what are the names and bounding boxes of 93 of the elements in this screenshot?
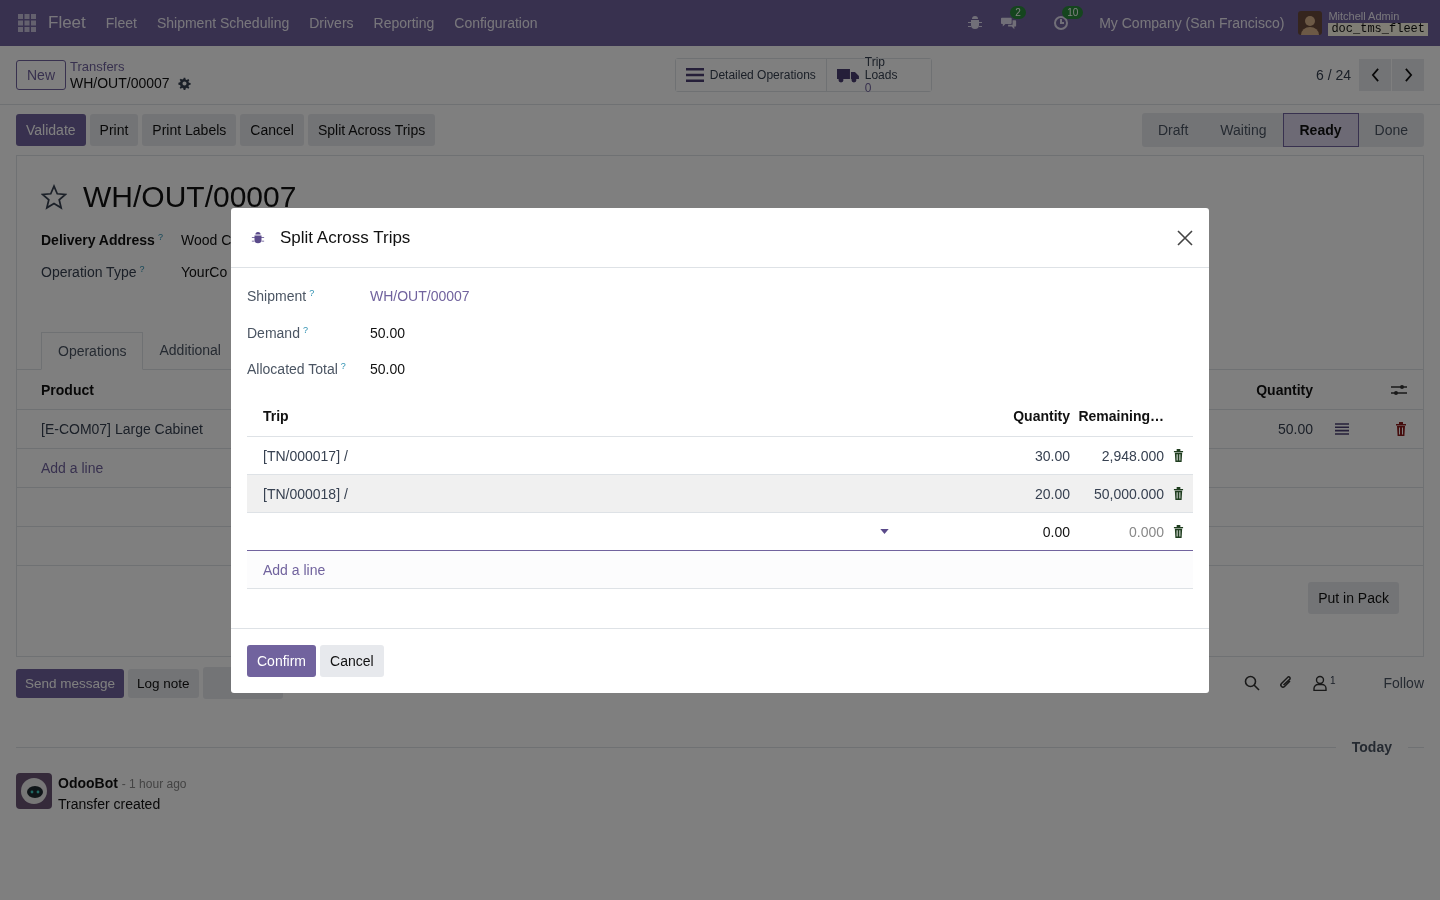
column-header[interactable]: Remaining… xyxy=(1070,408,1164,424)
field-label: Delivery Address xyxy=(41,232,155,248)
user-avatar[interactable] xyxy=(1298,11,1323,35)
menu-item[interactable]: Reporting xyxy=(373,15,435,31)
table-cell-text: 0.000 xyxy=(1127,523,1164,540)
chevron-left-icon xyxy=(1370,68,1380,82)
table-cell-text: 50.00 xyxy=(1276,421,1313,437)
help-mark[interactable]: ? xyxy=(139,264,145,274)
chevron-right-icon xyxy=(1403,68,1413,82)
message-text: Transfer created xyxy=(58,796,161,812)
menu-item[interactable]: Shipment Scheduling xyxy=(156,15,290,31)
follow-link[interactable]: Follow xyxy=(1383,675,1424,691)
search-icon[interactable] xyxy=(1243,675,1260,691)
next-button[interactable] xyxy=(1392,59,1424,91)
followers-count: 1 xyxy=(1329,675,1336,686)
table-cell-text: [E-COM07] Large Cabinet xyxy=(41,421,204,437)
record-name: WH/OUT/00007 xyxy=(70,75,170,91)
action-button[interactable]: Print xyxy=(89,114,139,146)
breadcrumb-link[interactable]: Transfers xyxy=(70,59,191,75)
table-cell[interactable]: 20.00 xyxy=(985,485,1070,502)
help-mark[interactable]: ? xyxy=(340,361,346,371)
bug-icon[interactable] xyxy=(251,230,265,245)
person-icon[interactable] xyxy=(1311,675,1328,691)
quantity-input[interactable]: 0.00 xyxy=(985,523,1070,540)
list-icon[interactable] xyxy=(1335,423,1349,435)
truck-icon xyxy=(836,67,859,83)
table-cell-text: 2,948.000 xyxy=(1100,447,1164,464)
shipment-link[interactable]: WH/OUT/00007 xyxy=(370,288,470,304)
action-button[interactable]: Cancel xyxy=(240,114,304,146)
action-button[interactable]: Split Across Trips xyxy=(307,114,436,146)
bot-avatar xyxy=(16,773,52,809)
new-button[interactable]: New xyxy=(16,60,66,90)
company-switcher[interactable]: My Company (San Francisco) xyxy=(1099,15,1285,31)
menu-lines-icon xyxy=(685,68,704,82)
chatter-button[interactable]: Log note xyxy=(128,668,199,698)
put-in-pack-button[interactable]: Put in Pack xyxy=(1308,582,1399,614)
trash-icon[interactable] xyxy=(1173,487,1184,500)
previous-button[interactable] xyxy=(1359,59,1391,91)
chatter-button[interactable]: Send message xyxy=(16,668,125,698)
star-icon[interactable] xyxy=(41,184,67,210)
menu-item[interactable]: Drivers xyxy=(309,15,354,31)
message-author[interactable]: OdooBot xyxy=(58,775,118,791)
menu-item[interactable]: Configuration xyxy=(454,15,538,31)
message-count-badge: 2 xyxy=(1010,6,1026,19)
field-value: 50.00 xyxy=(370,361,406,377)
help-mark[interactable]: ? xyxy=(309,288,315,298)
activity-count-badge: 10 xyxy=(1062,6,1084,19)
settings-icon[interactable] xyxy=(1391,382,1407,397)
table-cell[interactable]: [TN/000017] / xyxy=(263,447,985,464)
detailed-operations-button[interactable]: Detailed Operations xyxy=(675,59,827,91)
field-value[interactable]: YourCo xyxy=(181,264,228,280)
gear-icon[interactable] xyxy=(177,76,191,90)
action-button[interactable]: Validate xyxy=(16,114,86,146)
field-value: 50.00 xyxy=(370,325,406,341)
database-name: doc_tms_fleet xyxy=(1328,23,1428,36)
status-step[interactable]: Draft xyxy=(1142,113,1205,147)
message-time: - 1 hour ago xyxy=(121,777,187,791)
table-cell-text: 50,000.000 xyxy=(1092,485,1164,502)
menu-item[interactable]: Fleet xyxy=(105,15,137,31)
column-header[interactable]: Quantity xyxy=(1243,381,1313,398)
trash-icon[interactable] xyxy=(1173,525,1184,538)
field-label: Allocated Total xyxy=(247,361,338,377)
status-step[interactable]: Waiting xyxy=(1204,113,1283,147)
table-row[interactable]: [TN/000018] / 20.00 50,000.000 xyxy=(247,475,1193,513)
dialog-title: Split Across Trips xyxy=(280,227,411,248)
column-header[interactable]: Quantity xyxy=(985,408,1070,424)
field-label: Demand xyxy=(247,325,300,341)
dialog-button[interactable]: Confirm xyxy=(247,645,316,677)
help-mark[interactable]: ? xyxy=(302,325,308,335)
column-header[interactable]: Trip xyxy=(263,408,985,424)
clock-icon[interactable] xyxy=(1053,15,1070,31)
field-value[interactable]: Wood C xyxy=(181,232,232,248)
pager-value: 6 / 24 xyxy=(1315,67,1351,83)
dialog-button[interactable]: Cancel xyxy=(320,645,384,677)
app-name[interactable]: Fleet xyxy=(48,13,86,33)
close-icon[interactable] xyxy=(1177,229,1193,246)
chat-icon[interactable] xyxy=(1001,15,1018,31)
help-mark[interactable]: ? xyxy=(157,232,163,242)
record-title: WH/OUT/00007 xyxy=(83,180,297,214)
status-step[interactable]: Ready xyxy=(1282,113,1359,147)
add-line-link[interactable]: Add a line xyxy=(263,561,985,578)
paperclip-icon[interactable] xyxy=(1277,675,1294,691)
action-button[interactable]: Print Labels xyxy=(142,114,237,146)
status-step[interactable]: Done xyxy=(1358,113,1424,147)
table-cell[interactable]: 30.00 xyxy=(985,447,1070,464)
field-label: Shipment xyxy=(247,288,307,304)
table-cell[interactable]: [TN/000018] / xyxy=(263,485,985,502)
field-label: Operation Type xyxy=(41,264,137,280)
caret-icon xyxy=(880,529,889,534)
trash-icon[interactable] xyxy=(1173,449,1184,462)
tab[interactable]: Operations xyxy=(41,332,144,370)
date-separator: Today xyxy=(1350,739,1393,755)
user-name[interactable]: Mitchell Admin xyxy=(1328,10,1428,23)
